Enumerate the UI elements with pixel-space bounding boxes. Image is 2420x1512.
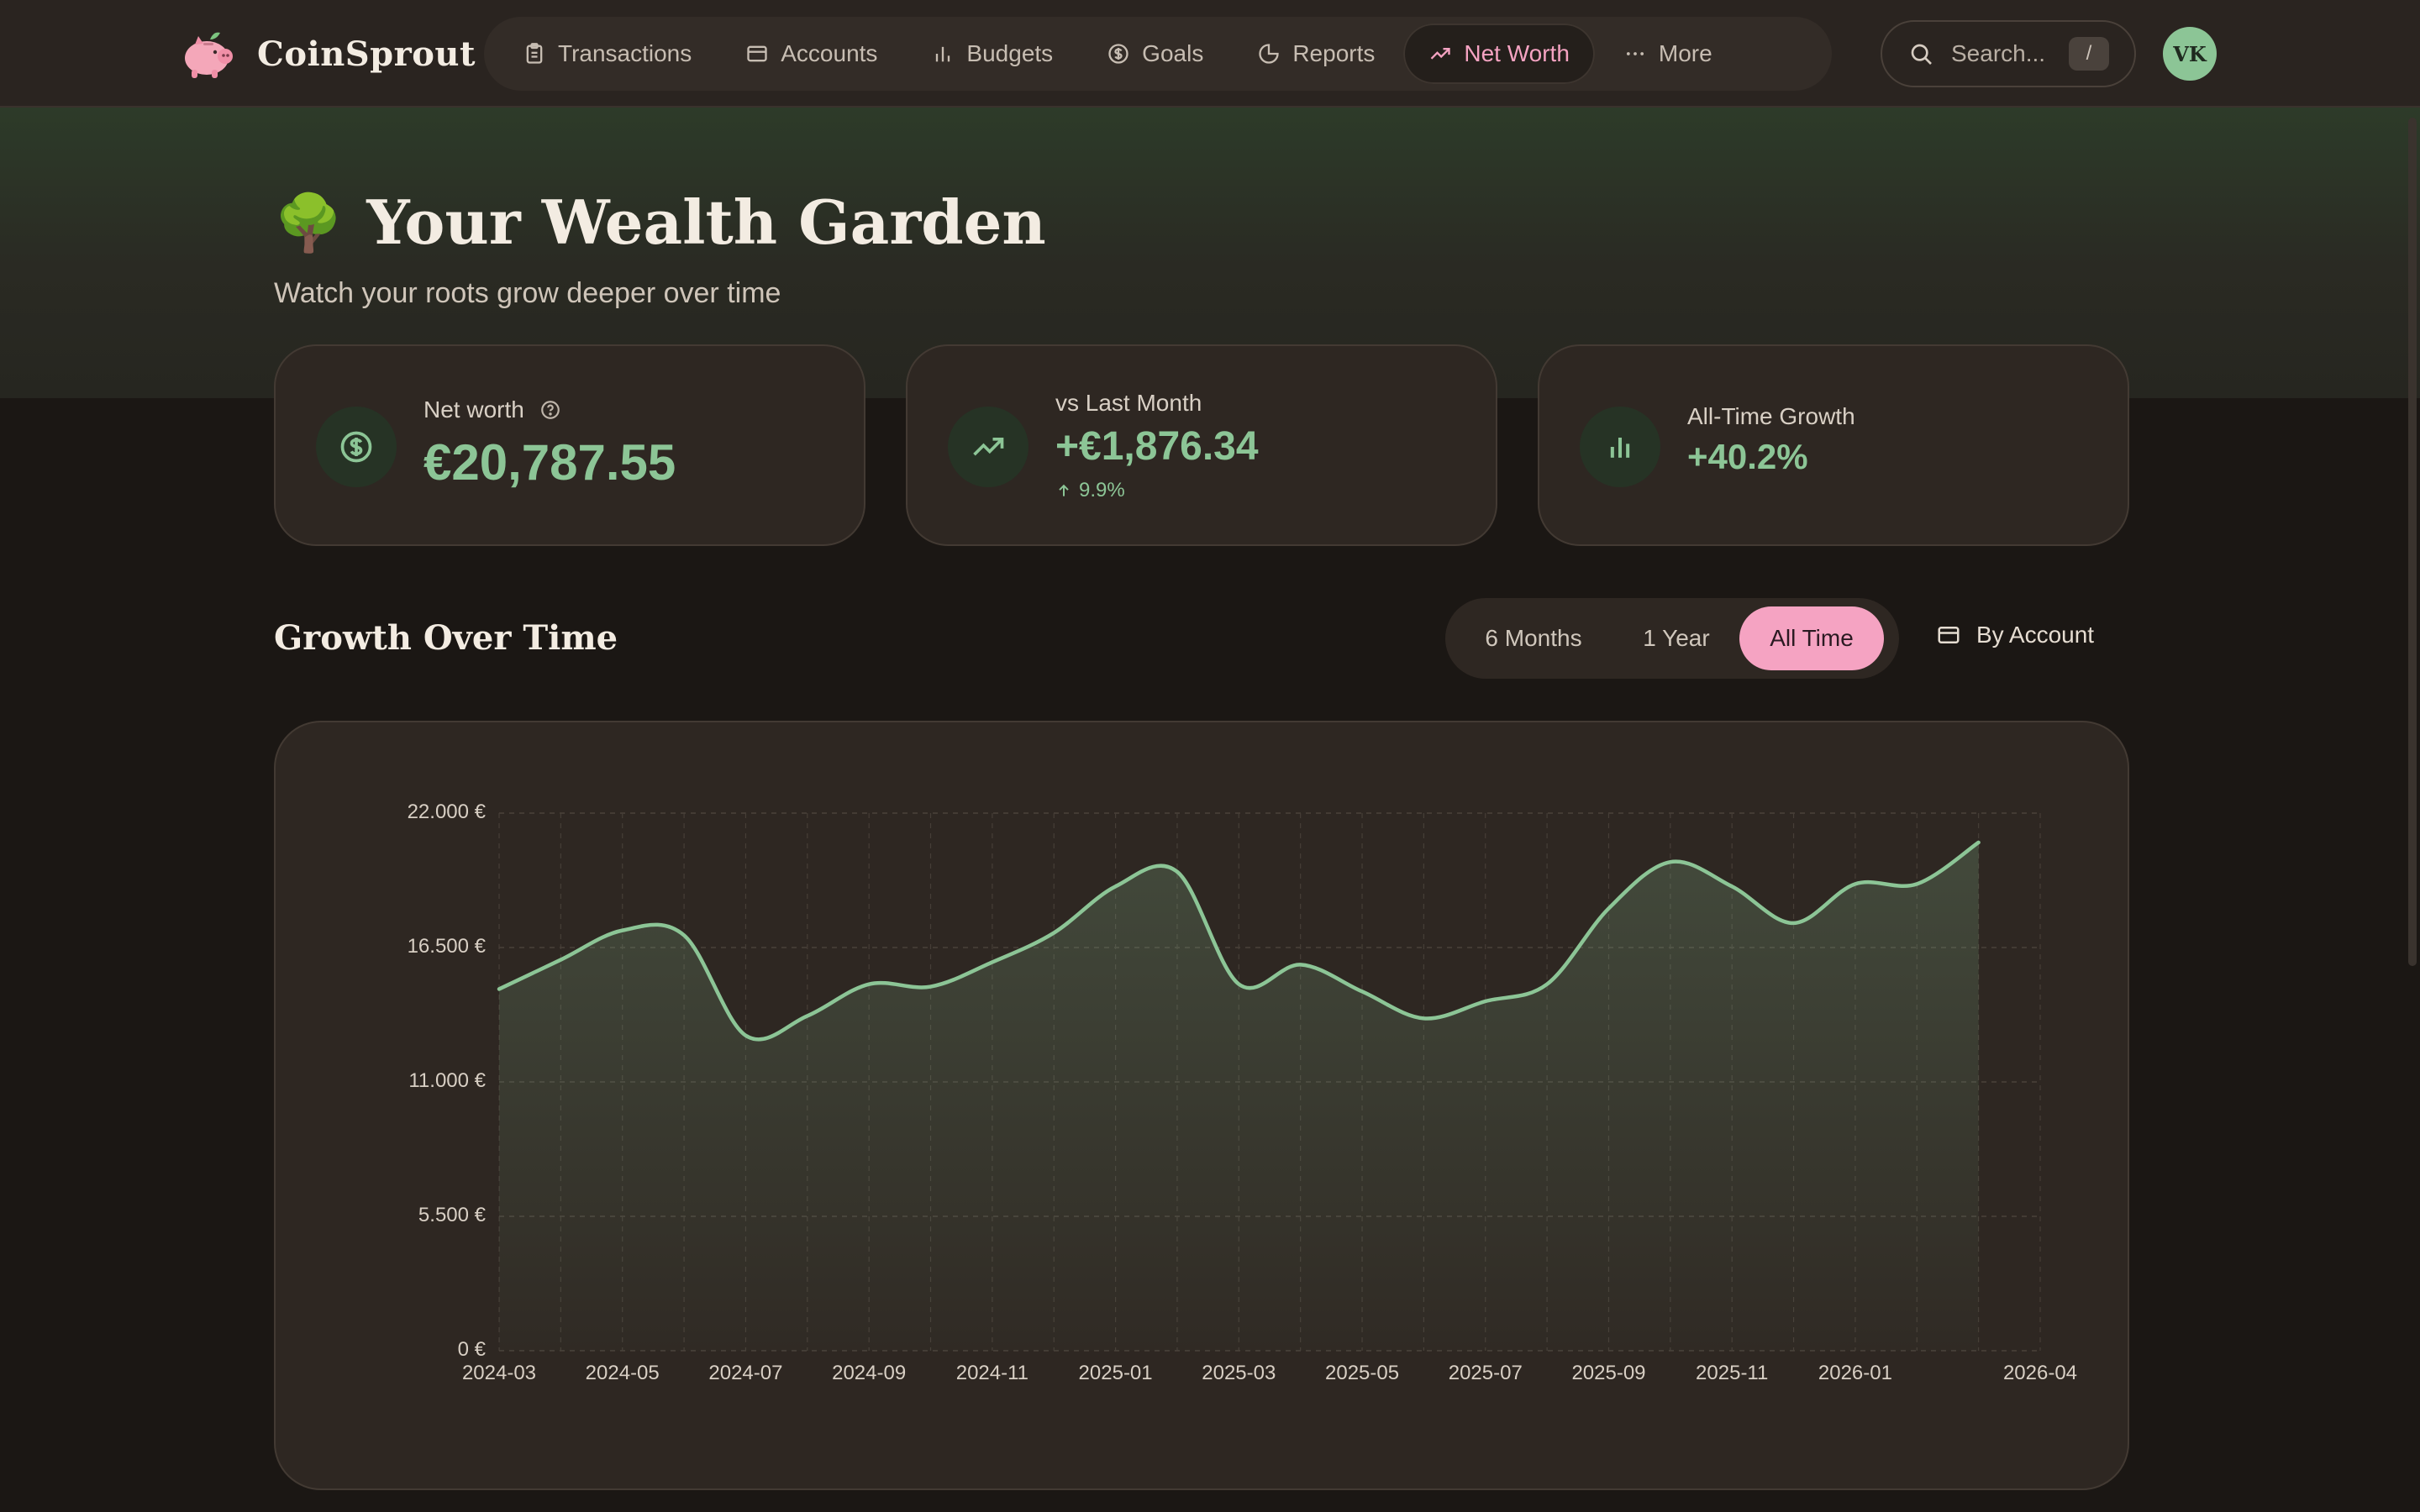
- x-tick-label: 2024-09: [832, 1362, 906, 1384]
- tree-icon: 🌳: [274, 191, 344, 254]
- bar-chart-icon: [1580, 407, 1660, 487]
- x-tick-label: 2026-04: [2003, 1362, 2077, 1384]
- stat-delta: 9.9%: [1055, 479, 1125, 502]
- avatar[interactable]: VK: [2163, 27, 2217, 81]
- stat-card-all-time-growth: All-Time Growth +40.2%: [1538, 344, 2129, 546]
- nav-item-budgets[interactable]: Budgets: [906, 24, 1078, 84]
- x-tick-label: 2025-01: [1079, 1362, 1153, 1384]
- x-tick-label: 2024-03: [462, 1362, 536, 1384]
- range-all-time[interactable]: All Time: [1739, 606, 1884, 670]
- nav-item-more[interactable]: More: [1598, 24, 1738, 84]
- piggy-bank-logo-icon: [185, 32, 233, 78]
- x-tick-label: 2025-03: [1202, 1362, 1276, 1384]
- range-selector: 6 Months 1 Year All Time: [1445, 598, 1899, 679]
- nav-item-goals[interactable]: Goals: [1081, 24, 1228, 84]
- pie-icon: [1259, 44, 1279, 64]
- y-tick-label: 5.500 €: [418, 1204, 487, 1226]
- y-tick-label: 11.000 €: [408, 1069, 486, 1092]
- nav-item-net-worth[interactable]: Net Worth: [1403, 24, 1595, 84]
- y-tick-label: 16.500 €: [408, 935, 487, 958]
- scrollbar[interactable]: [2408, 118, 2417, 966]
- nav-item-label: Transactions: [558, 40, 692, 66]
- page-title: 🌳 Your Wealth Garden: [274, 186, 1046, 258]
- brand[interactable]: CoinSprout: [180, 25, 476, 82]
- growth-chart-card: 0 € 5.500 € 11.000 € 16.500 € 22.000 € 2024-0…: [274, 721, 2129, 1490]
- x-tick-label: 2025-07: [1449, 1362, 1523, 1384]
- x-tick-label: 2026-01: [1818, 1362, 1892, 1384]
- search-placeholder: Search...: [1951, 40, 2046, 66]
- stat-label-text: Net worth: [424, 396, 524, 423]
- nav-item-reports[interactable]: Reports: [1232, 24, 1400, 84]
- card-icon: [747, 45, 767, 62]
- trend-up-icon: [1431, 48, 1451, 60]
- search-icon: [1911, 44, 1932, 65]
- stat-value: +40.2%: [1687, 437, 1808, 476]
- stat-label: Net worth: [424, 396, 561, 423]
- growth-chart[interactable]: 0 € 5.500 € 11.000 € 16.500 € 22.000 € 2024-0…: [276, 722, 2129, 1490]
- nav-item-label: Budgets: [966, 40, 1054, 66]
- y-tick-label: 0 €: [458, 1338, 487, 1361]
- range-1-year[interactable]: 1 Year: [1613, 606, 1739, 670]
- ellipsis-icon: [1626, 52, 1644, 55]
- stat-card-net-worth: Net worth €20,787.55: [274, 344, 865, 546]
- stat-value: +€1,876.34: [1055, 424, 1259, 469]
- nav-item-accounts[interactable]: Accounts: [720, 24, 902, 84]
- section-title: Growth Over Time: [274, 618, 618, 658]
- arrow-up-icon: [1059, 484, 1069, 496]
- trend-up-icon: [948, 407, 1028, 487]
- x-tick-label: 2025-05: [1325, 1362, 1399, 1384]
- top-navigation: CoinSprout Transactions Accounts Budgets…: [0, 0, 2420, 108]
- card-icon: [1938, 627, 1960, 643]
- x-tick-label: 2024-07: [708, 1362, 782, 1384]
- search-input[interactable]: Search... /: [1881, 20, 2136, 87]
- main-nav: Transactions Accounts Budgets Goals Repo…: [484, 17, 1832, 91]
- x-tick-label: 2025-11: [1696, 1362, 1768, 1384]
- nav-item-label: More: [1658, 40, 1712, 66]
- by-account-label: By Account: [1976, 622, 2095, 648]
- page-subtitle: Watch your roots grow deeper over time: [274, 277, 781, 309]
- x-tick-label: 2024-11: [956, 1362, 1028, 1384]
- stat-card-vs-last-month: vs Last Month +€1,876.34 9.9%: [906, 344, 1497, 546]
- stat-delta-text: 9.9%: [1079, 479, 1125, 501]
- x-tick-label: 2025-09: [1571, 1362, 1645, 1384]
- range-6-months[interactable]: 6 Months: [1454, 606, 1613, 670]
- clipboard-icon: [526, 43, 543, 64]
- y-tick-label: 22.000 €: [408, 801, 487, 823]
- stat-label: All-Time Growth: [1687, 403, 1855, 429]
- nav-item-label: Goals: [1142, 40, 1204, 66]
- stat-label: vs Last Month: [1055, 390, 1202, 416]
- nav-item-label: Accounts: [781, 40, 878, 66]
- bars-icon: [936, 46, 950, 62]
- x-tick-label: 2024-05: [586, 1362, 660, 1384]
- stat-value: €20,787.55: [424, 434, 676, 491]
- brand-name: CoinSprout: [257, 34, 476, 74]
- dollar-circle-icon: [316, 407, 397, 487]
- by-account-button[interactable]: By Account: [1936, 622, 2094, 648]
- nav-item-label: Reports: [1292, 40, 1376, 66]
- page-title-text: Your Wealth Garden: [366, 186, 1046, 258]
- nav-item-label: Net Worth: [1464, 40, 1570, 66]
- help-circle-icon[interactable]: [539, 399, 561, 421]
- nav-item-transactions[interactable]: Transactions: [497, 24, 717, 84]
- search-shortcut-badge: /: [2069, 37, 2109, 71]
- dollar-circle-icon: [1108, 44, 1128, 64]
